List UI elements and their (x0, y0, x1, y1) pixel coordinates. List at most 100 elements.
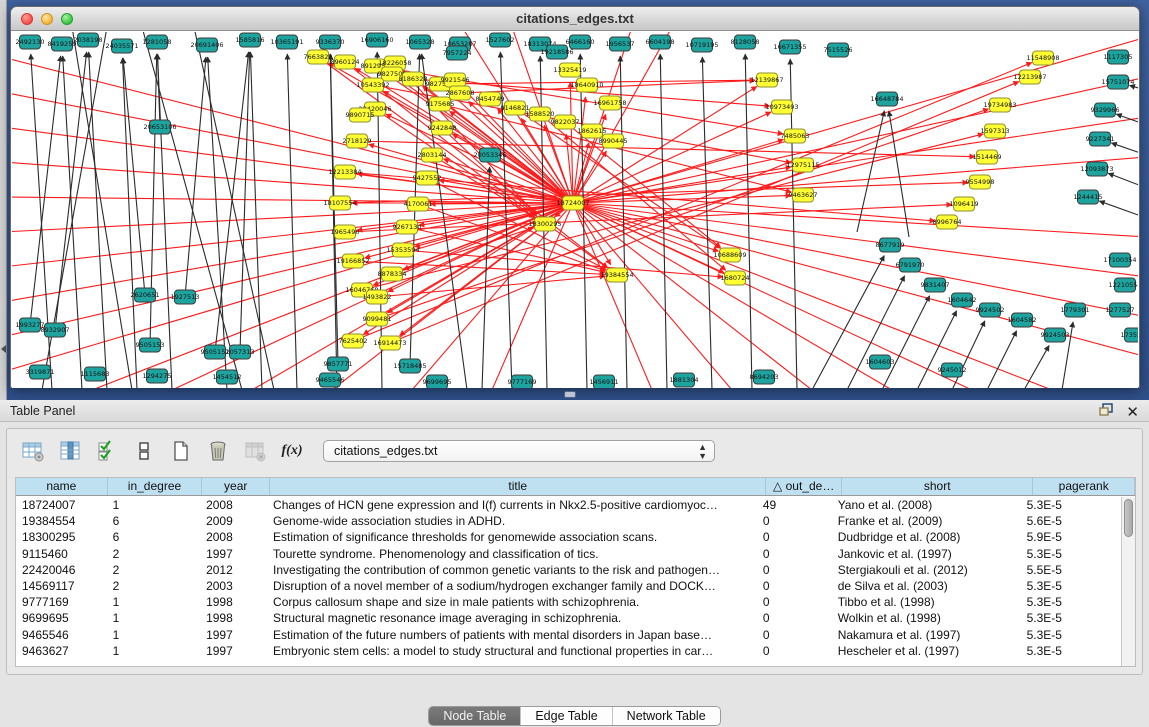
collapsed-panel-strip[interactable] (0, 0, 7, 400)
graph-node[interactable]: 12139867 (750, 73, 783, 87)
graph-node[interactable]: 9822037 (551, 115, 580, 129)
graph-node[interactable]: 1493822 (363, 290, 392, 304)
graph-node[interactable]: 1065328 (406, 35, 435, 49)
table-row[interactable]: 946362711997Embryonic stem cells: a mode… (16, 643, 1121, 659)
graph-node[interactable]: 3319871 (26, 365, 55, 379)
graph-node[interactable]: 7515526 (824, 43, 853, 57)
graph-node[interactable]: 19166852 (336, 254, 369, 268)
graph-node[interactable]: 8932907 (41, 323, 70, 337)
graph-node[interactable]: 15353594 (386, 243, 419, 257)
graph-node[interactable]: 1881304 (670, 373, 699, 387)
delete-trash-icon[interactable] (206, 439, 230, 463)
show-column-icon[interactable] (58, 439, 82, 463)
graph-node[interactable]: 10365191 (270, 35, 303, 49)
graph-node[interactable]: 1527602 (486, 33, 515, 47)
table-row[interactable]: 1456911722003Disruption of a novel membe… (16, 578, 1121, 594)
graph-node[interactable]: 8677919 (876, 238, 905, 252)
panel-splitter-handle[interactable] (564, 391, 576, 398)
graph-node[interactable]: 9227341 (1086, 132, 1115, 146)
select-rows-icon[interactable] (95, 439, 119, 463)
graph-node[interactable]: 1294275 (143, 369, 172, 383)
graph-node[interactable]: 16648784 (870, 92, 903, 106)
graph-node[interactable]: 20653106 (143, 120, 176, 134)
graph-node[interactable]: 7485063 (781, 129, 810, 143)
graph-node[interactable]: 10719195 (685, 38, 718, 52)
column-header-short[interactable]: short (842, 478, 1033, 495)
table-row[interactable]: 977716911998Corpus callosum shape and si… (16, 594, 1121, 610)
graph-node[interactable]: 1735594 (1121, 328, 1138, 342)
table-row[interactable]: 1830029562008Estimation of significance … (16, 529, 1121, 545)
column-header-out_de[interactable]: △ out_de… (766, 478, 842, 495)
function-builder-icon[interactable]: f(x) (280, 439, 304, 463)
graph-node[interactable]: 1514469 (973, 150, 1002, 164)
graph-node[interactable]: 18107554 (323, 196, 356, 210)
tab-edge-table[interactable]: Edge Table (521, 707, 612, 725)
graph-node[interactable]: 19218586 (540, 45, 573, 59)
graph-node[interactable]: 24035571 (105, 39, 138, 53)
graph-node[interactable]: 13325419 (553, 63, 586, 77)
graph-node[interactable]: 2038198 (74, 33, 103, 47)
graph-node[interactable]: 1281058 (143, 35, 172, 49)
graph-node[interactable]: 10543392 (356, 78, 389, 92)
graph-node[interactable]: 7957224 (443, 46, 472, 60)
graph-node[interactable]: 17100354 (1103, 253, 1136, 267)
graph-node[interactable]: 9505153 (136, 338, 165, 352)
graph-node[interactable]: 1779301 (1061, 303, 1090, 317)
graph-node[interactable]: 9099481 (363, 312, 392, 326)
float-panel-icon[interactable] (1099, 403, 1114, 422)
graph-node[interactable]: 1244415 (1074, 190, 1103, 204)
graph-node[interactable]: 20691406 (190, 38, 223, 52)
graph-node[interactable]: 9831407 (921, 278, 950, 292)
graph-node[interactable]: 1115683 (81, 367, 110, 381)
table-settings-icon[interactable] (21, 439, 45, 463)
graph-node[interactable]: 8186328 (399, 72, 428, 86)
graph-node[interactable]: 8128058 (731, 35, 760, 49)
graph-node[interactable]: 6604198 (646, 35, 675, 49)
graph-node[interactable]: 16906160 (360, 33, 393, 47)
graph-node[interactable]: 9175685 (426, 97, 455, 111)
graph-node[interactable]: 8694203 (750, 370, 779, 384)
graph-node[interactable]: 9336370 (316, 35, 345, 49)
graph-node[interactable]: 1585816 (236, 33, 265, 47)
graph-node[interactable]: 9465546 (316, 373, 345, 387)
graph-node[interactable]: 1965490 (331, 225, 360, 239)
graph-node[interactable]: 1117305 (1104, 50, 1133, 64)
table-vertical-scrollbar[interactable] (1121, 497, 1135, 666)
graph-node[interactable]: 9242848 (428, 121, 457, 135)
graph-node[interactable]: 1456911 (590, 375, 619, 388)
graph-node[interactable]: 8990445 (599, 134, 628, 148)
graph-node[interactable]: 9890715 (346, 108, 375, 122)
graph-node[interactable]: 9921546 (441, 73, 470, 87)
network-canvas[interactable]: 2492130841925920381982403557112810582069… (12, 32, 1138, 388)
panel-collapse-arrow-icon[interactable] (1, 345, 6, 353)
graph-node[interactable]: 1604642 (948, 293, 977, 307)
graph-node[interactable]: 6791970 (896, 258, 925, 272)
graph-node[interactable]: 1096419 (950, 197, 979, 211)
graph-node[interactable]: 9777169 (508, 375, 537, 388)
graph-node[interactable]: 1604603 (866, 355, 895, 369)
graph-node[interactable]: 12210554 (1108, 278, 1138, 292)
graph-node[interactable]: 16914473 (373, 336, 406, 350)
graph-node[interactable]: 18300295 (528, 217, 561, 231)
graph-node[interactable]: 6466160 (566, 35, 595, 49)
graph-node[interactable]: 1862615 (578, 124, 607, 138)
graph-node[interactable]: 9463627 (789, 188, 818, 202)
graph-node[interactable]: 1277527 (1106, 303, 1135, 317)
table-row[interactable]: 969969511998Structural magnetic resonanc… (16, 610, 1121, 626)
graph-node[interactable]: 7625402 (339, 334, 368, 348)
graph-node[interactable]: 9857771 (324, 357, 353, 371)
graph-node[interactable]: 2718129 (343, 134, 372, 148)
graph-node[interactable]: 1057313 (226, 345, 255, 359)
graph-node[interactable]: 4170061 (404, 197, 433, 211)
close-panel-icon[interactable]: ✕ (1126, 405, 1139, 420)
graph-node[interactable]: 2492130 (16, 35, 45, 49)
graph-node[interactable]: 9427552 (413, 171, 442, 185)
graph-node[interactable]: 2803144 (418, 148, 447, 162)
row-height-icon[interactable] (132, 439, 156, 463)
table-select-dropdown[interactable]: citations_edges.txt ▲▼ (323, 440, 715, 462)
graph-node[interactable]: 1956537 (606, 37, 635, 51)
column-header-year[interactable]: year (202, 478, 270, 495)
column-header-title[interactable]: title (270, 478, 766, 495)
scrollbar-thumb[interactable] (1124, 499, 1133, 537)
graph-node[interactable]: 19734983 (983, 98, 1016, 112)
